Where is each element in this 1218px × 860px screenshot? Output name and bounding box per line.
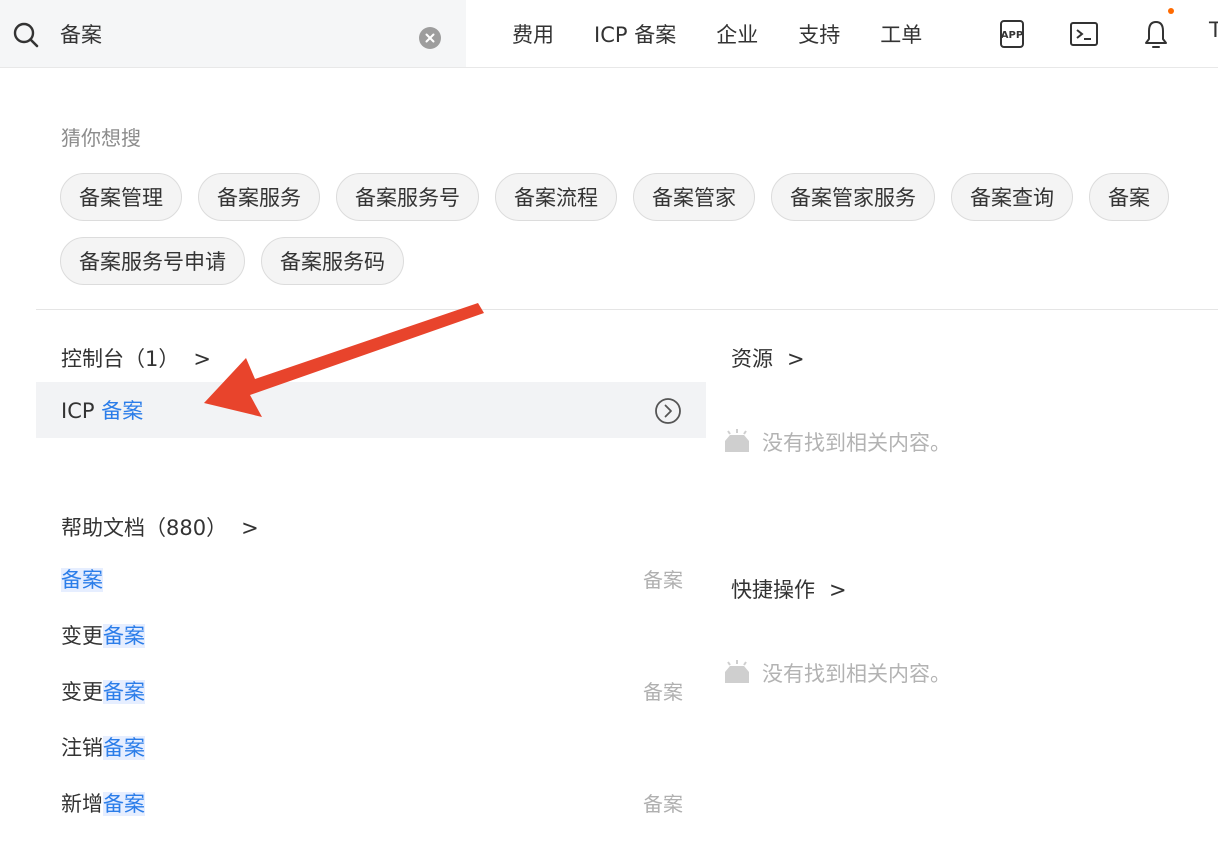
search-highlight: 备案 [101,399,144,423]
console-result-prefix: ICP [61,399,102,423]
suggestion-tag[interactable]: 备案服务码 [261,237,404,285]
suggestion-tag[interactable]: 备案服务 [198,173,320,221]
console-title-text: 控制台（1） [61,347,180,371]
suggestions-label: 猜你想搜 [61,126,141,150]
search-icon [13,22,39,48]
suggestion-row-2: 备案服务号申请 备案服务码 [60,237,420,285]
nav-item-billing[interactable]: 费用 [512,19,554,49]
doc-title-prefix: 变更 [61,680,103,704]
app-icon[interactable]: APP [996,18,1028,50]
doc-title-prefix: 新增 [61,792,103,816]
resources-title-text: 资源 [731,347,773,371]
doc-title: 变更备案 [61,620,145,650]
resources-empty-state: 没有找到相关内容。 [722,427,951,457]
doc-row[interactable]: 注销备案 [61,728,683,768]
top-bar: 费用 ICP 备案 企业 支持 工单 APP T [0,0,1218,68]
console-result-icp[interactable]: ICP 备案 [36,382,706,438]
chevron-right-icon: > [241,516,259,540]
empty-message: 没有找到相关内容。 [762,431,951,455]
suggestion-tag[interactable]: 备案 [1089,173,1169,221]
bell-icon[interactable] [1140,18,1172,50]
shortcuts-title-text: 快捷操作 [731,578,815,602]
terminal-icon[interactable] [1068,18,1100,50]
docs-group-title[interactable]: 帮助文档（880） > [61,512,259,542]
doc-title-prefix: 注销 [61,736,103,760]
suggestion-tag[interactable]: 备案管家 [633,173,755,221]
suggestion-tag[interactable]: 备案流程 [495,173,617,221]
empty-tray-icon [725,429,749,452]
search-box[interactable] [0,0,466,67]
nav-item-enterprise[interactable]: 企业 [716,19,758,49]
nav-item-cut[interactable]: T [1209,18,1218,42]
section-divider [36,309,1218,310]
clear-icon[interactable] [419,27,441,49]
docs-title-text: 帮助文档（880） [61,516,228,540]
nav-item-support[interactable]: 支持 [798,19,840,49]
top-nav: 费用 ICP 备案 企业 支持 工单 [512,0,962,68]
doc-title: 注销备案 [61,732,145,762]
doc-row[interactable]: 备案 备案 [61,560,683,600]
doc-row[interactable]: 新增备案 备案 [61,784,683,824]
shortcuts-empty-state: 没有找到相关内容。 [722,658,951,688]
doc-category: 备案 [643,568,683,592]
console-group-title[interactable]: 控制台（1） > [61,343,211,373]
notification-dot [1168,8,1174,14]
suggestion-tag[interactable]: 备案管理 [60,173,182,221]
doc-title: 新增备案 [61,788,145,818]
doc-row[interactable]: 变更备案 备案 [61,672,683,712]
nav-item-icp[interactable]: ICP 备案 [594,19,676,49]
search-input[interactable] [60,14,400,54]
doc-title: 备案 [61,564,103,594]
search-highlight: 备案 [103,792,145,816]
doc-title-prefix: 变更 [61,624,103,648]
search-highlight: 备案 [103,680,145,704]
empty-tray-icon [725,660,749,683]
suggestion-tag[interactable]: 备案服务号 [336,173,479,221]
search-highlight: 备案 [103,736,145,760]
chevron-right-icon: > [829,578,847,602]
doc-category: 备案 [643,680,683,704]
console-result-label: ICP 备案 [61,395,143,425]
chevron-right-icon: > [193,347,211,371]
nav-item-ticket[interactable]: 工单 [880,19,922,49]
suggestion-tag[interactable]: 备案服务号申请 [60,237,245,285]
suggestion-tag[interactable]: 备案管家服务 [771,173,935,221]
shortcuts-group-title[interactable]: 快捷操作 > [731,574,847,604]
doc-title: 变更备案 [61,676,145,706]
suggestion-tag[interactable]: 备案查询 [951,173,1073,221]
empty-message: 没有找到相关内容。 [762,662,951,686]
doc-category: 备案 [643,792,683,816]
circle-chevron-right-icon[interactable] [654,397,682,425]
search-highlight: 备案 [61,568,103,592]
search-highlight: 备案 [103,624,145,648]
svg-text:APP: APP [1001,30,1023,41]
resources-group-title[interactable]: 资源 > [731,343,805,373]
suggestion-row-1: 备案管理 备案服务 备案服务号 备案流程 备案管家 备案管家服务 备案查询 备案 [60,173,1185,221]
doc-row[interactable]: 变更备案 [61,616,683,656]
chevron-right-icon: > [787,347,805,371]
